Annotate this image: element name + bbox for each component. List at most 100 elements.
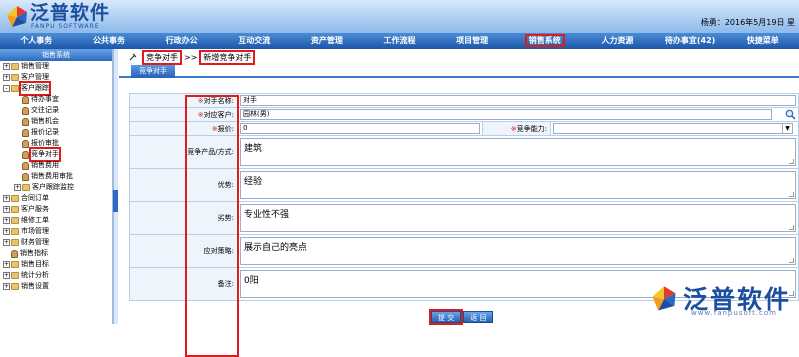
sidebar-item-17[interactable]: 销售指标 (0, 248, 112, 259)
sidebar-item-13[interactable]: +客户服务 (0, 204, 112, 215)
back-button[interactable]: 返 回 (463, 311, 493, 323)
weakness-textarea[interactable]: 专业性不强 (240, 204, 796, 232)
page-icon (22, 118, 29, 126)
folder-icon (11, 228, 19, 235)
collapse-sidebar-icon[interactable] (113, 190, 118, 212)
folder-icon (11, 85, 19, 92)
sidebar-tree: +销售管理+客户管理-客户跟踪待办事宜交往记录销售机会报价记录报价审批竞争对手销… (0, 61, 112, 292)
expand-icon[interactable]: + (3, 261, 10, 268)
sidebar-item-label: 报价审批 (31, 138, 59, 149)
sidebar-item-label: 财务管理 (21, 237, 49, 248)
sidebar: 销售系统 + 销售管理 + 客户管理 - 客户跟踪待办事宜交往记录销售机会报价记录报价审批… (0, 49, 113, 324)
sidebar-item-1[interactable]: + 客户管理 (0, 72, 112, 83)
strategy-textarea[interactable]: 展示自己的亮点 (240, 237, 796, 265)
breadcrumb-separator: >> (184, 53, 197, 62)
sidebar-item-20[interactable]: +销售设置 (0, 281, 112, 292)
page-icon (22, 96, 29, 104)
page-icon (22, 107, 29, 115)
nav-item-6[interactable]: 项目管理 (436, 33, 509, 49)
expand-icon[interactable]: + (3, 217, 10, 224)
sidebar-item-0[interactable]: + 销售管理 (0, 61, 112, 72)
search-icon[interactable] (785, 109, 796, 122)
name-input[interactable]: 对手 (240, 95, 796, 106)
sidebar-item-label: 合同订单 (21, 193, 49, 204)
expand-icon[interactable]: + (3, 272, 10, 279)
sidebar-item-label: 客户跟踪 (21, 83, 49, 94)
sidebar-title: 销售系统 (0, 49, 112, 61)
sidebar-item-label: 销售费用审批 (31, 171, 73, 182)
tab-competitor[interactable]: 竞争对手 (131, 65, 175, 78)
page-icon (22, 162, 29, 170)
page-icon (22, 129, 29, 137)
folder-icon (11, 272, 19, 279)
nav-item-9[interactable]: 待办事宜(42) (654, 33, 727, 49)
sidebar-item-8[interactable]: 竞争对手 (0, 149, 112, 160)
folder-icon (11, 217, 19, 224)
expand-icon[interactable]: + (3, 74, 10, 81)
nav-item-10[interactable]: 快捷菜单 (726, 33, 799, 49)
ability-select[interactable]: ▼ (553, 123, 793, 134)
form-buttons: 提 交 返 回 (431, 311, 493, 323)
expand-icon[interactable]: + (3, 283, 10, 290)
nav-item-1[interactable]: 公共事务 (73, 33, 146, 49)
sidebar-item-6[interactable]: 报价记录 (0, 127, 112, 138)
sidebar-item-14[interactable]: + 维修工单 (0, 215, 112, 226)
sidebar-item-label: 销售指标 (20, 248, 48, 259)
sidebar-item-16[interactable]: + 财务管理 (0, 237, 112, 248)
nav-item-7[interactable]: 销售系统 (508, 33, 581, 49)
sidebar-item-11[interactable]: + 客户跟踪监控 (0, 182, 112, 193)
sidebar-splitter[interactable] (113, 49, 118, 324)
expand-icon[interactable]: + (3, 63, 10, 70)
nav-item-2[interactable]: 行政办公 (145, 33, 218, 49)
sidebar-item-label: 客户管理 (21, 72, 49, 83)
quote-input[interactable]: 0 (240, 123, 480, 134)
sidebar-item-label: 市场管理 (21, 226, 49, 237)
sidebar-item-10[interactable]: 销售费用审批 (0, 171, 112, 182)
main-content: 竞争对手 >> 新增竞争对手 竞争对手 ※对手名称: 对手 ※对应客户: 园林(… (119, 49, 799, 324)
nav-item-8[interactable]: 人力资源 (581, 33, 654, 49)
sidebar-item-label: 销售管理 (21, 61, 49, 72)
expand-icon[interactable]: + (3, 195, 10, 202)
page-icon (22, 173, 29, 181)
nav-item-0[interactable]: 个人事务 (0, 33, 73, 49)
top-nav: 个人事务公共事务行政办公互动交流资产管理工作流程项目管理销售系统人力资源待办事宜… (0, 33, 799, 49)
breadcrumb-competitor[interactable]: 竞争对手 (142, 50, 182, 65)
folder-icon (11, 63, 19, 70)
sidebar-item-label: 待办事宜 (31, 94, 59, 105)
page-icon (22, 151, 29, 159)
submit-button[interactable]: 提 交 (431, 311, 461, 323)
logo-mark-icon (4, 4, 30, 30)
sidebar-item-12[interactable]: + 合同订单 (0, 193, 112, 204)
nav-item-5[interactable]: 工作流程 (363, 33, 436, 49)
sidebar-item-label: 竞争对手 (31, 149, 59, 160)
folder-icon (11, 261, 19, 268)
advantage-textarea[interactable]: 经验 (240, 171, 796, 199)
expand-icon[interactable]: + (3, 206, 10, 213)
folder-icon (11, 283, 19, 290)
breadcrumb: 竞争对手 >> 新增竞争对手 (119, 49, 799, 65)
sidebar-item-9[interactable]: 销售费用 (0, 160, 112, 171)
sidebar-item-5[interactable]: 销售机会 (0, 116, 112, 127)
sidebar-item-2[interactable]: - 客户跟踪 (0, 83, 112, 94)
product-textarea[interactable]: 建筑 (240, 138, 796, 166)
nav-item-4[interactable]: 资产管理 (291, 33, 364, 49)
sidebar-item-7[interactable]: 报价审批 (0, 138, 112, 149)
sidebar-item-19[interactable]: +统计分析 (0, 270, 112, 281)
nav-item-3[interactable]: 互动交流 (218, 33, 291, 49)
collapse-icon[interactable]: - (3, 85, 10, 92)
label-column-highlight (185, 95, 239, 357)
customer-input[interactable]: 园林(男) (240, 109, 772, 120)
user-info: 杨勇：2016年5月19日 星 (701, 17, 795, 28)
folder-icon (11, 195, 19, 202)
sidebar-item-label: 销售费用 (31, 160, 59, 171)
expand-icon[interactable]: + (14, 184, 21, 191)
expand-icon[interactable]: + (3, 228, 10, 235)
sidebar-item-4[interactable]: 交往记录 (0, 105, 112, 116)
sidebar-item-label: 客户跟踪监控 (32, 182, 74, 193)
sidebar-item-3[interactable]: 待办事宜 (0, 94, 112, 105)
sidebar-item-label: 销售目标 (21, 259, 49, 270)
sidebar-item-label: 维修工单 (21, 215, 49, 226)
sidebar-item-18[interactable]: + 销售目标 (0, 259, 112, 270)
sidebar-item-15[interactable]: + 市场管理 (0, 226, 112, 237)
expand-icon[interactable]: + (3, 239, 10, 246)
